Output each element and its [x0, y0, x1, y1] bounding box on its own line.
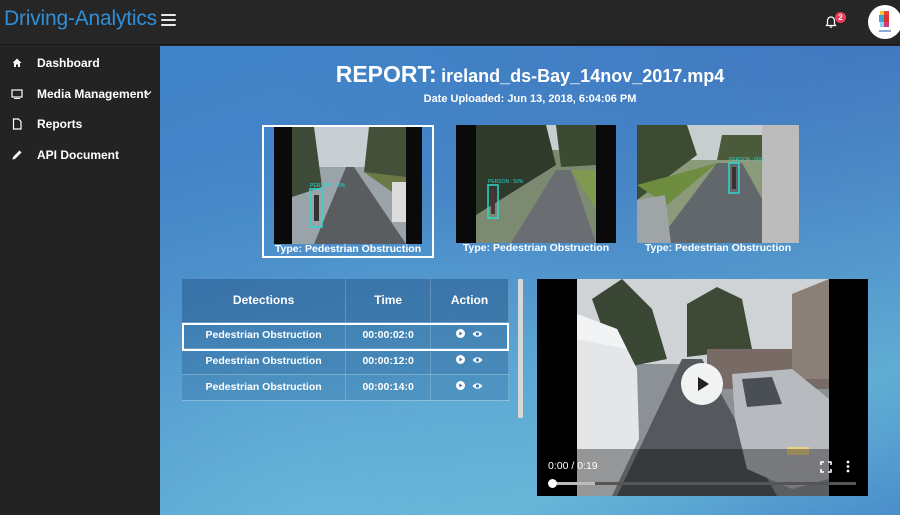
monitor-icon	[11, 89, 23, 99]
sidebar-item-label: Reports	[37, 117, 83, 131]
brand-logo[interactable]: Driving-Analytics	[4, 7, 157, 31]
video-player[interactable]: 0:00 / 0:19	[537, 279, 868, 496]
table-row[interactable]: Pedestrian Obstruction 00:00:14:0	[182, 374, 509, 401]
column-header-time: Time	[345, 279, 432, 323]
detection-cell: Pedestrian Obstruction	[182, 374, 347, 401]
table-row[interactable]: Pedestrian Obstruction 00:00:02:0	[182, 322, 509, 349]
thumbnail-caption: Type: Pedestrian Obstruction	[274, 243, 422, 255]
detection-thumbnail[interactable]: PERSON : 60% Type: Pedestrian Obstructio…	[637, 125, 799, 258]
main-content: REPORT: ireland_ds-Bay_14nov_2017.mp4 Da…	[160, 46, 900, 515]
sidebar: Dashboard Media Management Reports API D…	[0, 46, 160, 515]
sidebar-item-label: API Document	[37, 148, 120, 162]
date-uploaded: Date Uploaded: Jun 13, 2018, 6:04:06 PM	[423, 93, 637, 105]
column-header-detections: Detections	[182, 279, 347, 323]
detections-table: Detections Time Action Pedestrian Obstru…	[182, 279, 509, 401]
time-cell: 00:00:14:0	[345, 374, 432, 401]
menu-toggle-icon[interactable]	[161, 14, 176, 27]
report-label: REPORT:	[335, 61, 437, 87]
thumbnail-image: PERSON : 60%	[637, 125, 799, 243]
play-button[interactable]	[681, 363, 723, 405]
sidebar-item-dashboard[interactable]: Dashboard	[0, 49, 160, 77]
svg-text:PERSON : 60%: PERSON : 60%	[729, 157, 765, 163]
thumbnail-caption: Type: Pedestrian Obstruction	[644, 242, 792, 254]
user-avatar[interactable]	[868, 5, 900, 39]
table-scrollbar[interactable]	[518, 279, 523, 418]
video-progress-bar[interactable]	[548, 479, 856, 488]
eye-icon[interactable]	[472, 330, 483, 338]
detection-thumbnail[interactable]: PERSON : 50% Type: Pedestrian Obstructio…	[456, 125, 616, 258]
table-row[interactable]: Pedestrian Obstruction 00:00:12:0	[182, 348, 509, 375]
sidebar-item-api-document[interactable]: API Document	[0, 141, 160, 169]
action-cell	[430, 348, 509, 375]
buffered-bar	[552, 482, 595, 485]
fullscreen-icon[interactable]	[820, 461, 832, 473]
column-header-action: Action	[430, 279, 509, 323]
top-bar: Driving-Analytics 2	[0, 0, 900, 45]
detection-thumbnail[interactable]: PERSON : 60% Type: Pedestrian Obstructio…	[262, 125, 434, 258]
action-cell	[430, 322, 509, 349]
progress-handle[interactable]	[548, 479, 557, 488]
pencil-icon	[12, 150, 22, 160]
svg-text:PERSON : 60%: PERSON : 60%	[310, 183, 346, 189]
sidebar-item-label: Dashboard	[37, 56, 100, 70]
detection-cell: Pedestrian Obstruction	[182, 322, 347, 349]
sidebar-item-reports[interactable]: Reports	[0, 110, 160, 138]
more-options-icon[interactable]	[846, 460, 850, 473]
play-circle-icon[interactable]	[456, 329, 466, 338]
thumbnail-caption: Type: Pedestrian Obstruction	[462, 242, 610, 254]
thumbnail-image: PERSON : 60%	[274, 127, 422, 244]
play-circle-icon[interactable]	[456, 355, 466, 364]
video-time: 0:00 / 0:19	[548, 460, 598, 472]
time-cell: 00:00:12:0	[345, 348, 432, 375]
report-title: REPORT: ireland_ds-Bay_14nov_2017.mp4	[160, 61, 900, 88]
sidebar-item-label: Media Management	[37, 87, 148, 101]
play-circle-icon[interactable]	[456, 381, 466, 390]
thumbnail-image: PERSON : 50%	[456, 125, 616, 243]
detection-cell: Pedestrian Obstruction	[182, 348, 347, 375]
notification-badge: 2	[835, 12, 846, 23]
chevron-down-icon[interactable]	[144, 89, 152, 97]
eye-icon[interactable]	[472, 356, 483, 364]
svg-text:PERSON : 50%: PERSON : 50%	[488, 179, 524, 185]
table-header-row: Detections Time Action	[182, 279, 509, 323]
report-filename: ireland_ds-Bay_14nov_2017.mp4	[441, 66, 725, 86]
eye-icon[interactable]	[472, 382, 483, 390]
volume-icon[interactable]	[796, 461, 808, 473]
action-cell	[430, 374, 509, 401]
document-icon	[12, 118, 22, 130]
home-icon	[12, 58, 22, 67]
time-cell: 00:00:02:0	[345, 322, 432, 349]
sidebar-item-media-management[interactable]: Media Management	[0, 80, 160, 108]
